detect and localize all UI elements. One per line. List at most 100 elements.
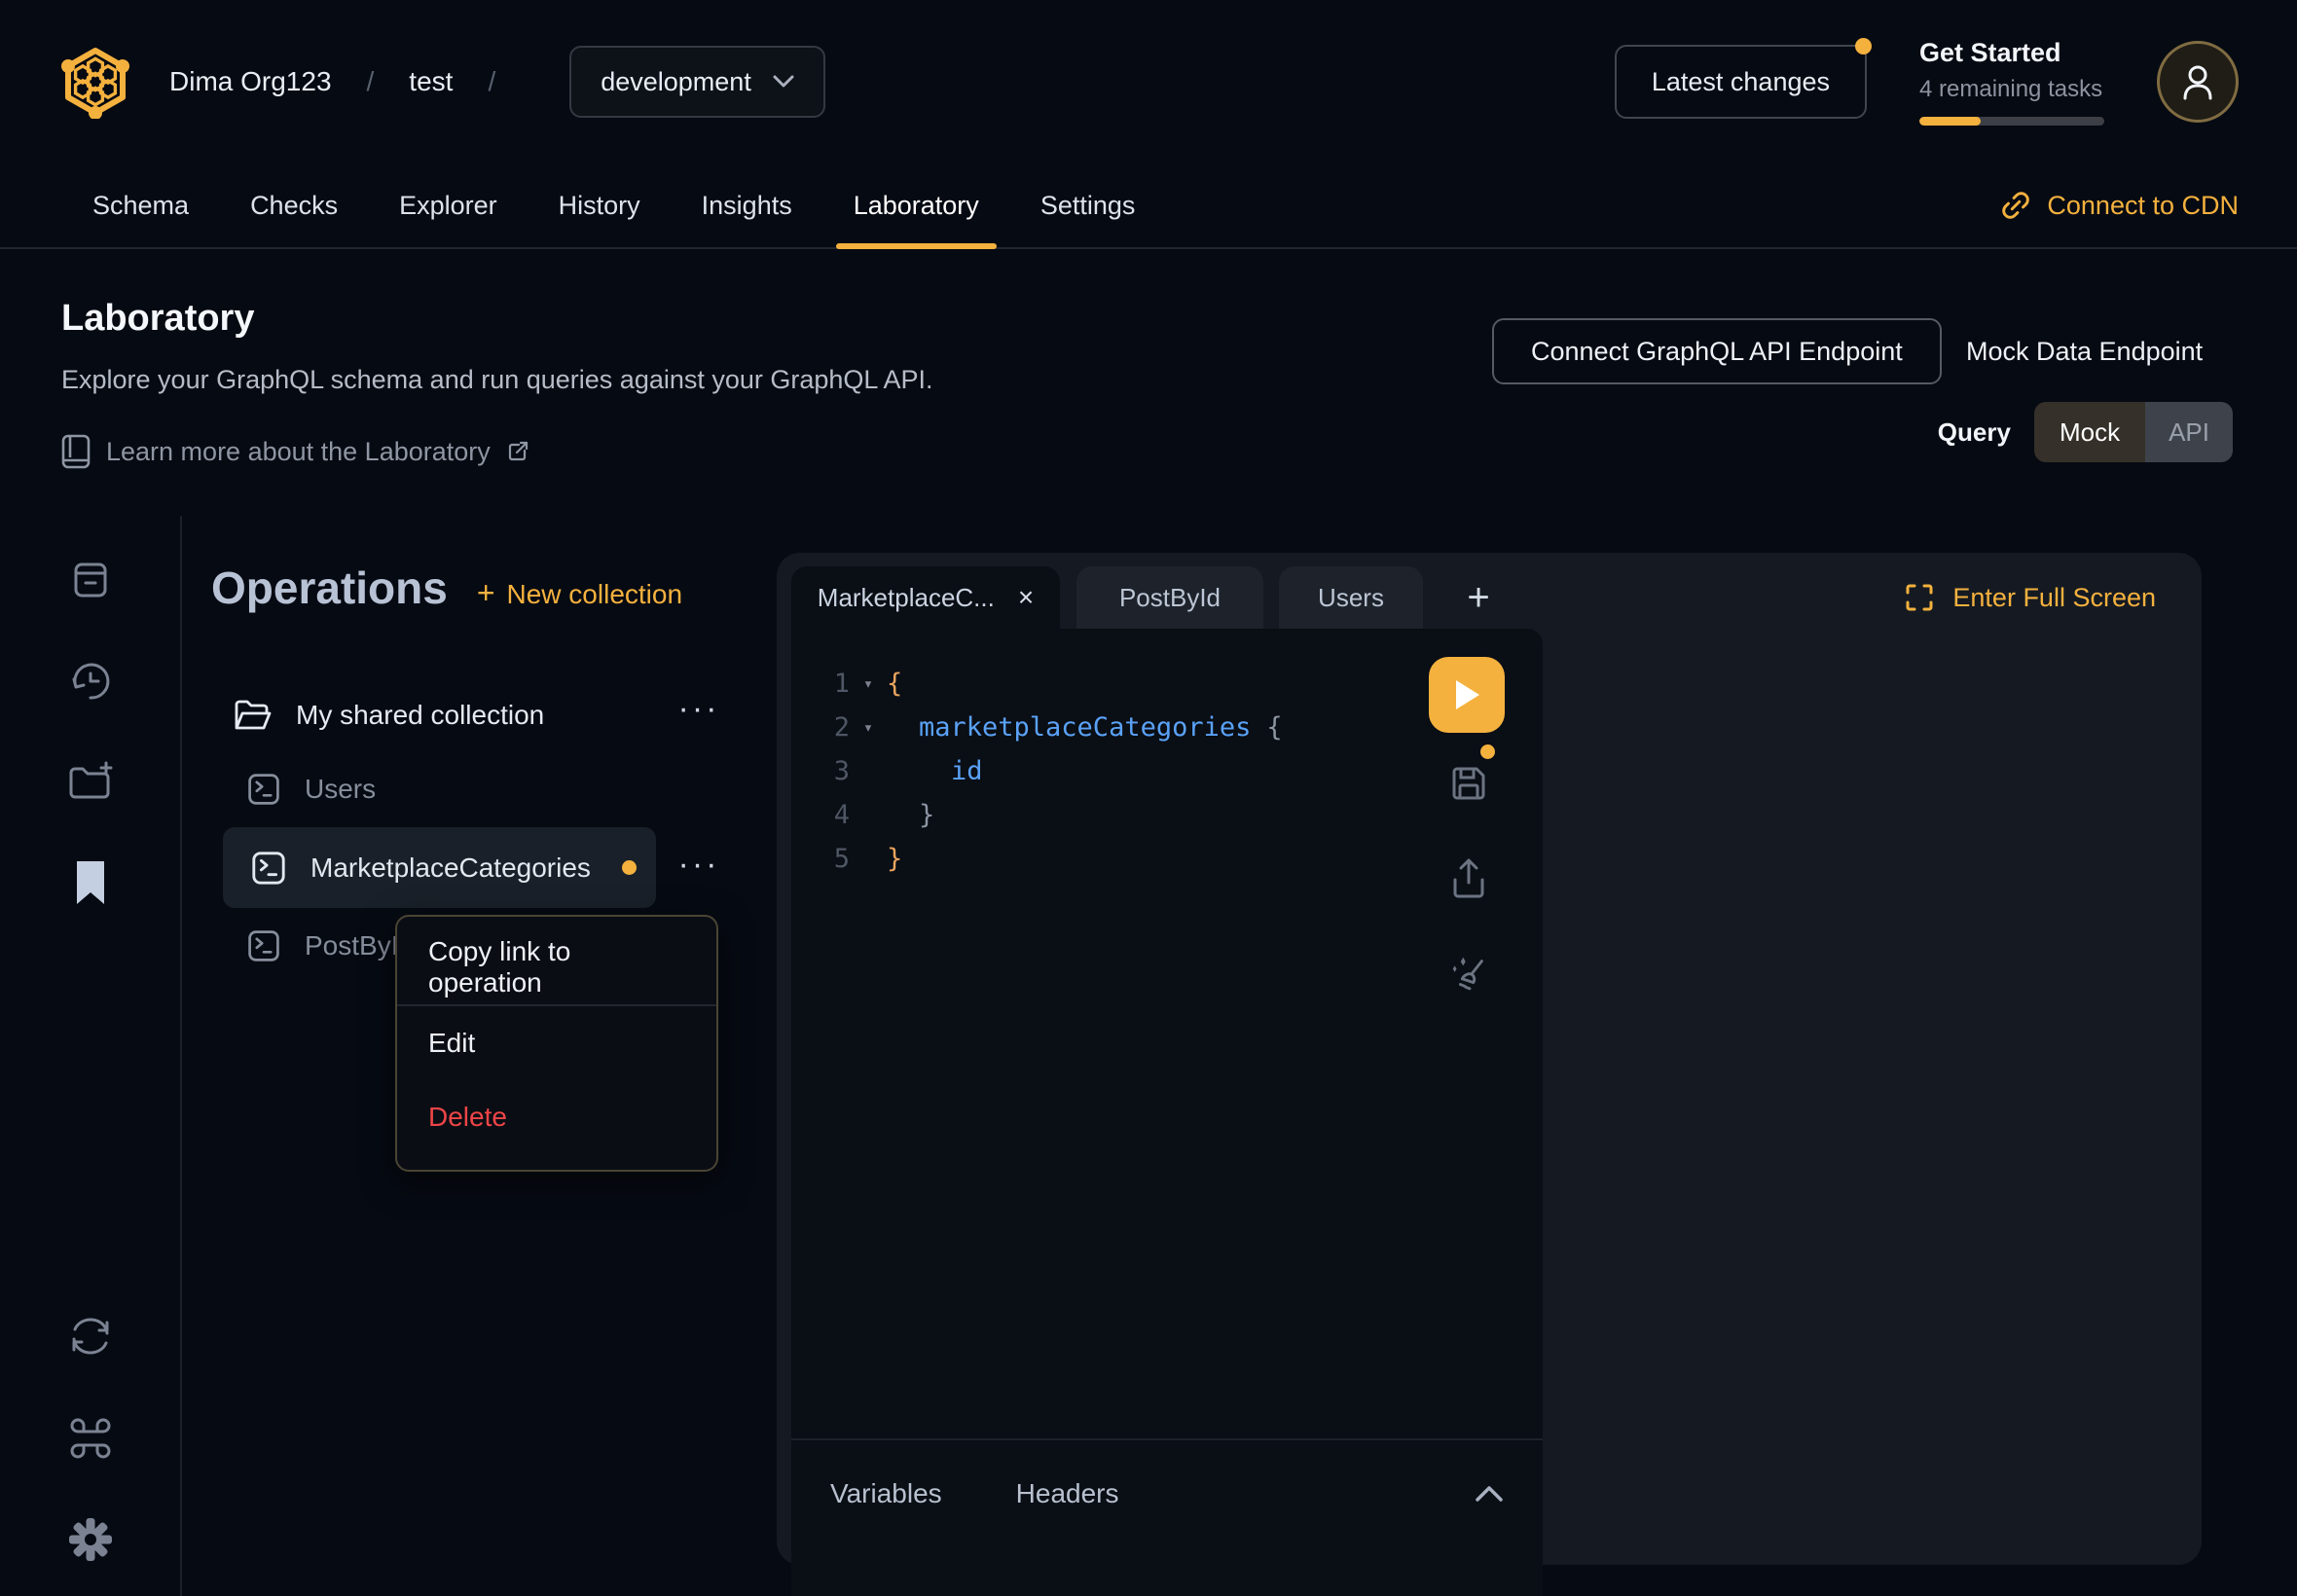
open-folder-icon xyxy=(234,699,273,732)
settings-button[interactable] xyxy=(0,1515,180,1564)
connect-graphql-endpoint-button[interactable]: Connect GraphQL API Endpoint xyxy=(1492,318,1942,384)
tab-schema[interactable]: Schema xyxy=(92,163,189,247)
enter-fullscreen-button[interactable]: Enter Full Screen xyxy=(1904,566,2156,629)
unsaved-indicator-dot xyxy=(622,860,637,875)
operation-menu-button[interactable]: ··· xyxy=(670,854,728,874)
save-operation-button[interactable] xyxy=(1446,761,1491,806)
collection-row[interactable]: My shared collection xyxy=(234,687,544,744)
code-line: 3 id xyxy=(791,749,1543,793)
link-icon xyxy=(1994,183,2038,227)
variant-dropdown[interactable]: development xyxy=(569,46,825,118)
page-head: Laboratory Explore your GraphQL schema a… xyxy=(61,298,932,469)
tab-checks[interactable]: Checks xyxy=(250,163,338,247)
new-tab-button[interactable]: + xyxy=(1448,566,1509,629)
headers-tab[interactable]: Headers xyxy=(1016,1478,1119,1509)
operation-label: MarketplaceCategories xyxy=(310,852,591,884)
folder-plus-icon xyxy=(66,758,115,803)
collection-name: My shared collection xyxy=(296,700,544,731)
operation-context-menu: Copy link to operation Edit Delete xyxy=(395,915,718,1172)
code-token: marketplaceCategories xyxy=(887,712,1251,743)
fullscreen-icon xyxy=(1904,582,1935,613)
collection-menu-button[interactable]: ··· xyxy=(670,699,728,718)
latest-changes-button[interactable]: Latest changes xyxy=(1615,45,1867,119)
app-header: Dima Org123 / test / development Latest … xyxy=(0,0,2297,163)
sync-icon xyxy=(66,1313,115,1360)
breadcrumb-graph[interactable]: test xyxy=(409,66,453,97)
header-right-group: Latest changes Get Started 4 remaining t… xyxy=(1615,38,2239,126)
operation-icon xyxy=(250,850,287,887)
tab-laboratory[interactable]: Laboratory xyxy=(854,163,979,247)
operation-row-users[interactable]: Users xyxy=(246,762,376,816)
run-query-button[interactable] xyxy=(1429,657,1505,733)
menu-item-edit[interactable]: Edit xyxy=(397,1006,716,1080)
editor-tab-users[interactable]: Users xyxy=(1279,566,1423,629)
query-mode-toggle: Query Mock API xyxy=(1938,402,2233,462)
close-tab-icon[interactable]: × xyxy=(1018,584,1034,611)
tab-settings[interactable]: Settings xyxy=(1040,163,1136,247)
line-number: 3 xyxy=(791,756,850,786)
gear-icon xyxy=(66,1515,115,1564)
collapse-panel-button[interactable] xyxy=(1475,1485,1504,1503)
book-icon xyxy=(61,434,91,469)
plus-icon: + xyxy=(477,575,495,611)
mode-mock-label: Mock xyxy=(2060,417,2120,448)
tab-label: Insights xyxy=(702,191,792,221)
operation-icon xyxy=(246,928,281,963)
mode-segmented-control: Mock API xyxy=(2034,402,2233,462)
variables-tab[interactable]: Variables xyxy=(830,1478,942,1509)
save-icon xyxy=(1447,762,1490,805)
mock-data-endpoint-button[interactable]: Mock Data Endpoint xyxy=(1966,318,2203,384)
learn-more-link[interactable]: Learn more about the Laboratory xyxy=(61,434,932,469)
bookmarks-button[interactable] xyxy=(0,859,180,906)
user-avatar[interactable] xyxy=(2157,41,2239,123)
tab-insights[interactable]: Insights xyxy=(702,163,792,247)
code-line: 4 } xyxy=(791,793,1543,837)
operation-label: Users xyxy=(305,774,376,805)
editor-tab-postbyid[interactable]: PostById xyxy=(1076,566,1263,629)
history-clock-icon xyxy=(66,657,115,706)
new-collection-rail-button[interactable] xyxy=(0,758,180,803)
get-started-widget[interactable]: Get Started 4 remaining tasks xyxy=(1919,38,2104,126)
share-upload-icon xyxy=(1447,856,1490,901)
editor-tab-label: Users xyxy=(1318,583,1384,613)
code-token: { xyxy=(887,669,902,699)
operation-row-postbyid[interactable]: PostById xyxy=(246,919,414,973)
variant-dropdown-label: development xyxy=(601,67,751,97)
menu-item-copy-link[interactable]: Copy link to operation xyxy=(397,930,716,1004)
tab-label: Settings xyxy=(1040,191,1136,221)
editor-tab-marketplacecategories[interactable]: MarketplaceC... × xyxy=(791,566,1060,629)
fold-arrow-icon[interactable]: ▾ xyxy=(850,674,887,694)
breadcrumb: Dima Org123 / test / xyxy=(169,66,530,97)
code-token: } xyxy=(887,800,934,830)
tab-label: Laboratory xyxy=(854,191,979,221)
history-button[interactable] xyxy=(0,657,180,706)
archive-box-icon xyxy=(67,556,114,602)
get-started-subtitle: 4 remaining tasks xyxy=(1919,76,2104,103)
mode-api-option[interactable]: API xyxy=(2145,402,2233,462)
tab-label: History xyxy=(559,191,640,221)
play-icon xyxy=(1452,678,1481,711)
shortcuts-button[interactable] xyxy=(0,1414,180,1463)
code-token: { xyxy=(1251,712,1282,743)
page-description: Explore your GraphQL schema and run quer… xyxy=(61,365,932,395)
mode-mock-option[interactable]: Mock xyxy=(2034,402,2145,462)
code-line: 5 } xyxy=(791,837,1543,881)
operation-row-marketplacecategories[interactable]: MarketplaceCategories xyxy=(223,827,656,908)
connect-to-cdn-link[interactable]: Connect to CDN xyxy=(2000,190,2239,221)
share-operation-button[interactable] xyxy=(1446,856,1491,901)
tab-history[interactable]: History xyxy=(559,163,640,247)
new-collection-button[interactable]: + New collection xyxy=(477,575,682,611)
tab-explorer[interactable]: Explorer xyxy=(399,163,497,247)
fold-arrow-icon[interactable]: ▾ xyxy=(850,718,887,738)
menu-item-delete[interactable]: Delete xyxy=(397,1080,716,1154)
learn-more-label: Learn more about the Laboratory xyxy=(106,437,491,467)
saved-operations-button[interactable] xyxy=(0,556,180,602)
latest-changes-label: Latest changes xyxy=(1652,67,1830,97)
line-number: 5 xyxy=(791,844,850,874)
line-number: 4 xyxy=(791,800,850,830)
sync-button[interactable] xyxy=(0,1313,180,1360)
prettify-query-button[interactable] xyxy=(1446,952,1491,997)
command-icon xyxy=(66,1414,115,1463)
breadcrumb-org[interactable]: Dima Org123 xyxy=(169,66,332,97)
code-token: id xyxy=(887,756,983,786)
